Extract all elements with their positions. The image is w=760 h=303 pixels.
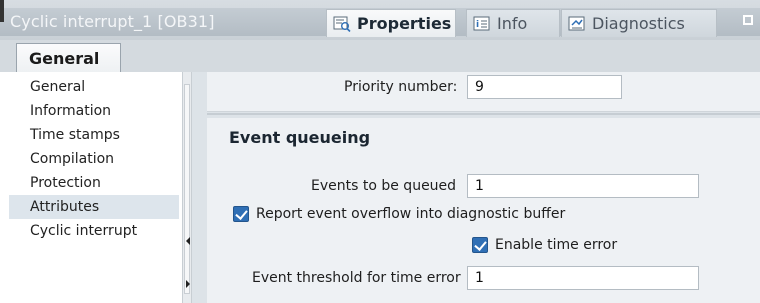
edge-marker	[0, 0, 4, 22]
nav-item-time-stamps[interactable]: Time stamps	[9, 123, 179, 147]
nav-item-label: Cyclic interrupt	[30, 223, 138, 239]
nav-item-cyclic-interrupt[interactable]: Cyclic interrupt	[9, 219, 179, 243]
nav-item-label: General	[30, 79, 86, 95]
events-to-be-queued-label: Events to be queued	[311, 178, 457, 194]
nav-item-label: Information	[30, 103, 112, 119]
tab-general-label: General	[29, 48, 100, 68]
tab-properties[interactable]: Properties	[326, 9, 456, 37]
svg-text:i: i	[476, 20, 479, 30]
nav-item-protection[interactable]: Protection	[9, 171, 179, 195]
nav-item-label: Time stamps	[30, 127, 120, 143]
expand-right-icon[interactable]	[186, 280, 190, 288]
section-title: Event queueing	[229, 128, 371, 147]
tab-info-label: Info	[497, 14, 528, 33]
diagnostics-icon	[568, 16, 586, 32]
left-nav: General Information Time stamps Compilat…	[9, 72, 185, 303]
info-icon: i	[473, 16, 491, 32]
enable-time-error-checkbox[interactable]	[472, 237, 488, 253]
nav-item-label: Attributes	[30, 199, 100, 215]
priority-number-field[interactable]: 9	[467, 75, 622, 99]
event-threshold-field[interactable]: 1	[467, 266, 699, 290]
nav-item-attributes[interactable]: Attributes	[9, 195, 179, 219]
tab-properties-label: Properties	[357, 14, 452, 33]
report-overflow-checkbox[interactable]	[233, 206, 249, 222]
nav-item-label: Protection	[30, 175, 101, 191]
nav-scrollbar[interactable]	[182, 72, 192, 303]
nav-scrollbar-thumb[interactable]	[184, 84, 190, 294]
priority-number-label: Priority number:	[344, 79, 458, 95]
tab-info[interactable]: i Info	[466, 9, 560, 37]
title-bar: Cyclic interrupt_1 [OB31] Properties i I…	[0, 0, 760, 40]
report-overflow-label: Report event overflow into diagnostic bu…	[256, 206, 566, 222]
collapse-left-icon[interactable]	[186, 237, 190, 245]
tab-diagnostics-label: Diagnostics	[592, 14, 685, 33]
properties-icon	[333, 16, 351, 32]
nav-item-information[interactable]: Information	[9, 99, 179, 123]
nav-item-compilation[interactable]: Compilation	[9, 147, 179, 171]
tab-general[interactable]: General	[16, 43, 121, 72]
nav-item-general[interactable]: General	[9, 75, 179, 99]
window-title: Cyclic interrupt_1 [OB31]	[10, 12, 215, 31]
events-to-be-queued-field[interactable]: 1	[467, 174, 699, 198]
tab-diagnostics[interactable]: Diagnostics	[561, 9, 717, 37]
section-divider	[207, 113, 760, 115]
enable-time-error-label: Enable time error	[495, 237, 618, 253]
nav-item-label: Compilation	[30, 151, 115, 167]
restore-window-icon[interactable]	[743, 15, 753, 25]
event-threshold-label: Event threshold for time error	[252, 270, 461, 286]
